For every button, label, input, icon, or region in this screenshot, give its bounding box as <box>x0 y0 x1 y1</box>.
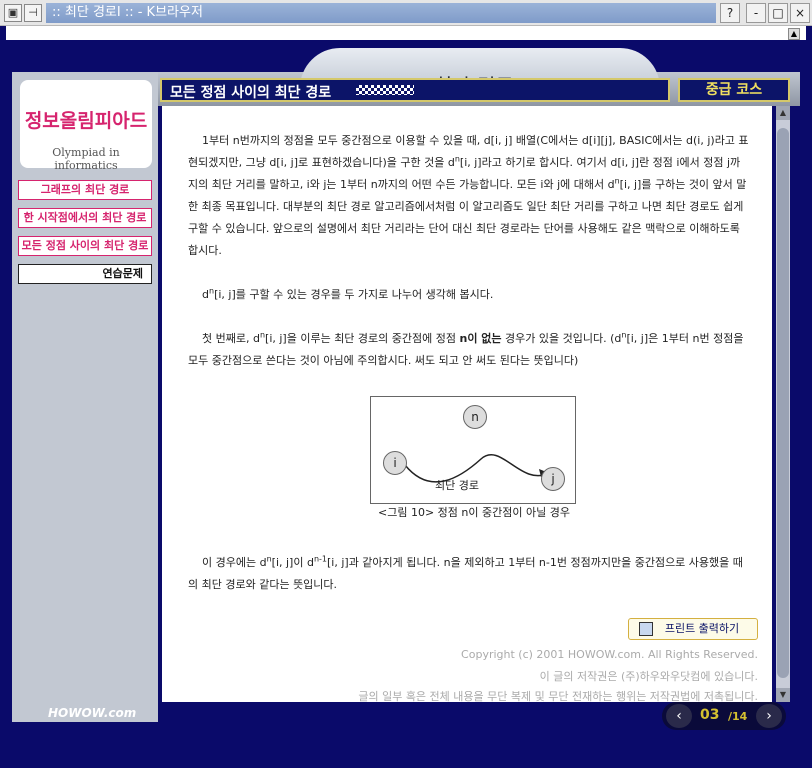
logo-korean-text: 정보올림피아드 <box>24 110 148 132</box>
scroll-up-arrow-icon[interactable]: ▲ <box>776 106 790 120</box>
scroll-down-arrow-icon[interactable]: ▼ <box>776 688 790 702</box>
section-header: 모든 정점 사이의 최단 경로 <box>160 78 670 102</box>
sidebar-item-exercises[interactable]: 연습문제 <box>18 264 152 284</box>
page-total: /14 <box>728 710 748 723</box>
checker-pattern <box>356 85 414 95</box>
browser-icon[interactable]: ▣ <box>4 4 22 22</box>
paragraph-4: 이 경우에는 dn[i, j]이 dn-1[i, j]과 같아지게 됩니다. n… <box>188 554 743 591</box>
scroll-thumb[interactable] <box>777 128 789 678</box>
course-label: 중급 코스 <box>678 78 790 102</box>
node-n: n <box>463 405 487 429</box>
node-i: i <box>383 451 407 475</box>
top-strip: ▲ <box>6 26 806 40</box>
window-title: :: 최단 경로I :: - K브라우저 <box>46 3 716 23</box>
paragraph-2: dn[i, j]를 구할 수 있는 경우를 두 가지로 나누어 생각해 봅시다. <box>202 286 494 301</box>
shortest-path-figure: n i j 최단 경로 <box>370 396 576 504</box>
vertical-scrollbar[interactable]: ▲ ▼ <box>776 106 790 702</box>
prev-page-button[interactable]: ‹ <box>666 704 692 728</box>
howow-logo: HOWOW.com <box>48 706 137 720</box>
content-panel: 1부터 n번까지의 정점을 모두 중간점으로 이용할 수 있을 때, d[i, … <box>162 106 772 703</box>
window-titlebar: ▣ ⊣ :: 최단 경로I :: - K브라우저 ? - □ × <box>0 0 812 26</box>
sidebar-item-single-source[interactable]: 한 시작점에서의 최단 경로 <box>18 208 152 228</box>
node-j: j <box>541 467 565 491</box>
paragraph-3: 첫 번째로, dn[i, j]을 이루는 최단 경로의 중간점에 정점 n이 없… <box>188 330 744 367</box>
page-current: 03 <box>700 707 720 723</box>
sidebar-item-graph-shortest-path[interactable]: 그래프의 최단 경로 <box>18 180 152 200</box>
print-button[interactable]: 프린트 출력하기 <box>628 618 758 640</box>
paragraph-1: 1부터 n번까지의 정점을 모두 중간점으로 이용할 수 있을 때, d[i, … <box>188 134 749 257</box>
print-button-label: 프린트 출력하기 <box>664 622 740 635</box>
logo-english-text: Olympiad in informatics <box>52 146 120 172</box>
help-button[interactable]: ? <box>720 3 740 23</box>
section-title: 모든 정점 사이의 최단 경로 <box>170 85 332 101</box>
close-button[interactable]: × <box>790 3 810 23</box>
pin-icon[interactable]: ⊣ <box>24 4 42 22</box>
scroll-up-icon[interactable]: ▲ <box>788 28 800 40</box>
page-navigator: ‹ 03 /14 › <box>662 702 786 730</box>
maximize-button[interactable]: □ <box>768 3 788 23</box>
path-label: 최단 경로 <box>435 479 479 492</box>
copyright-line-2: 이 글의 저작권은 (주)하우와우닷컴에 있습니다. <box>539 670 758 683</box>
figure-caption: <그림 10> 정점 n이 중간점이 아닐 경우 <box>378 506 570 519</box>
minimize-button[interactable]: - <box>746 3 766 23</box>
next-page-button[interactable]: › <box>756 704 782 728</box>
olympiad-logo: 정보올림피아드 Olympiad in informatics <box>20 80 152 172</box>
copyright-line-1: Copyright (c) 2001 HOWOW.com. All Rights… <box>461 648 758 661</box>
sidebar-item-all-pairs[interactable]: 모든 정점 사이의 최단 경로 <box>18 236 152 256</box>
print-icon <box>639 622 653 636</box>
